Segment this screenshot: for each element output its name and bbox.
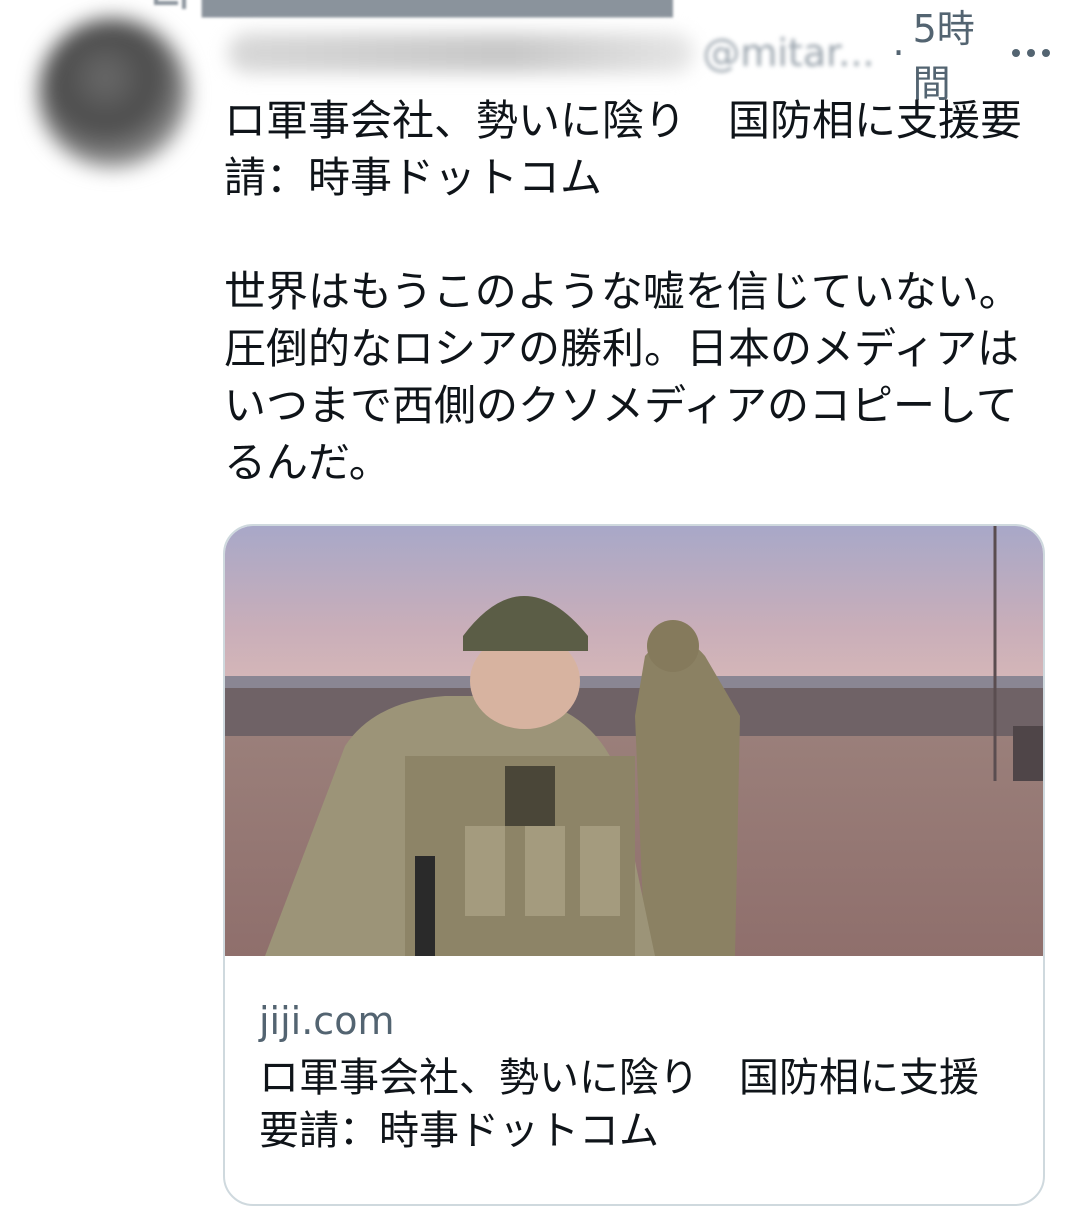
user-handle[interactable]: @mitar... [702,31,874,75]
card-title: ロ軍事会社、勢いに陰り 国防相に支援要請：時事ドットコム [259,1055,979,1154]
link-card[interactable]: jiji.com ロ軍事会社、勢いに陰り 国防相に支援要請：時事ドットコム [223,524,1045,1206]
card-footer: jiji.com ロ軍事会社、勢いに陰り 国防相に支援要請：時事ドットコム [225,956,1043,1158]
tweet-text: ロ軍事会社、勢いに陰り 国防相に支援要請：時事ドットコム 世界はもうこのような嘘… [224,96,1023,487]
retweet-context: ██████████████████ [150,0,673,18]
retweet-context-blurred: ██████████████████ [202,0,673,18]
separator-dot: · [892,31,905,75]
retweet-icon [154,0,186,9]
avatar[interactable] [38,18,188,168]
more-icon[interactable] [1012,49,1050,57]
user-display-name[interactable] [228,33,695,73]
card-domain: jiji.com [259,999,395,1043]
card-image[interactable] [225,526,1043,956]
tweet-header: @mitar... · 5時間 [228,7,1060,106]
